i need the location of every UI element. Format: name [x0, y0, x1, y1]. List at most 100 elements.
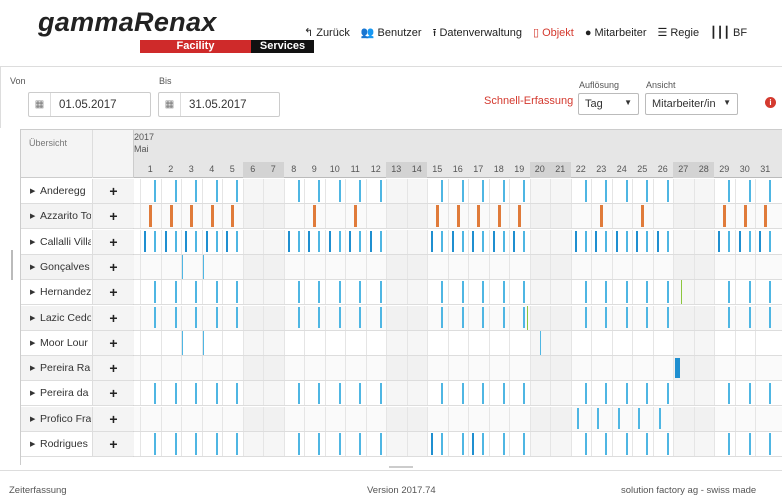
shift-block[interactable] [174, 230, 177, 253]
shift-block[interactable] [502, 230, 505, 253]
from-date-field[interactable]: ▦ 01.05.2017 [28, 92, 151, 117]
shift-block[interactable] [523, 180, 525, 202]
shift-block[interactable] [605, 281, 607, 303]
employee-timeline-row[interactable] [134, 280, 782, 306]
shift-block[interactable] [605, 180, 607, 202]
add-entry-button[interactable]: + [92, 356, 134, 381]
shift-block[interactable] [502, 281, 505, 303]
employee-timeline-row[interactable] [134, 179, 782, 204]
shift-block[interactable] [666, 433, 669, 455]
shift-block[interactable] [748, 382, 751, 405]
shift-block[interactable] [441, 306, 443, 329]
shift-block[interactable] [174, 306, 177, 329]
employee-row-header[interactable]: ▶ Pereira Ra + [21, 356, 134, 382]
shift-block[interactable] [502, 382, 505, 405]
shift-block[interactable] [641, 205, 644, 228]
nav-zur-ck[interactable]: ↰ Zurück [304, 27, 350, 39]
shift-block[interactable] [584, 433, 587, 455]
shift-block[interactable] [748, 230, 751, 253]
caret-right-icon[interactable]: ▶ [30, 364, 35, 372]
shift-block[interactable] [231, 205, 234, 228]
nav-mitarbeiter[interactable]: ● Mitarbeiter [585, 27, 647, 39]
shift-block[interactable] [154, 306, 156, 329]
shift-block[interactable] [666, 180, 669, 202]
view-select[interactable]: Mitarbeiter/in ▼ [645, 93, 738, 115]
shift-block[interactable] [379, 306, 382, 329]
shift-block[interactable] [769, 433, 771, 455]
resolution-select[interactable]: Tag ▼ [578, 93, 639, 115]
shift-block[interactable] [625, 382, 628, 405]
shift-block[interactable] [477, 205, 480, 228]
shift-block[interactable] [185, 230, 187, 253]
shift-block[interactable] [215, 306, 218, 329]
shift-block[interactable] [472, 230, 474, 253]
shift-block[interactable] [164, 230, 167, 253]
shift-block[interactable] [359, 433, 361, 455]
shift-block[interactable] [354, 205, 357, 228]
shift-block[interactable] [431, 433, 433, 455]
add-entry-button[interactable]: + [92, 229, 134, 254]
shift-block[interactable] [636, 230, 638, 253]
shift-block[interactable] [379, 281, 382, 303]
add-entry-button[interactable]: + [92, 381, 134, 406]
shift-block[interactable] [431, 230, 433, 253]
shift-block[interactable] [523, 281, 525, 303]
shift-block[interactable] [728, 382, 730, 405]
nav-regie[interactable]: ☰ Regie [657, 27, 699, 39]
employee-row-header[interactable]: ▶ Anderegg + [21, 179, 134, 204]
shift-block[interactable] [748, 306, 751, 329]
shift-block[interactable] [595, 230, 597, 253]
shift-block[interactable] [379, 433, 382, 455]
shift-block[interactable] [523, 230, 525, 253]
nav-datenverwaltung[interactable]: ⭱ Datenverwaltung [433, 27, 522, 39]
shift-block[interactable] [338, 382, 341, 405]
shift-block[interactable] [605, 382, 607, 405]
shift-block[interactable] [646, 306, 648, 329]
shift-block[interactable] [615, 230, 618, 253]
shift-block[interactable] [625, 306, 628, 329]
shift-block[interactable] [210, 205, 214, 228]
shift-block[interactable] [584, 306, 587, 329]
shift-block[interactable] [625, 230, 628, 253]
employee-row-header[interactable]: ▶ Lazic Cedo + [21, 305, 134, 331]
shift-block[interactable] [318, 382, 320, 405]
shift-block[interactable] [523, 433, 525, 455]
scroll-handle[interactable] [389, 466, 413, 468]
add-entry-button[interactable]: + [92, 406, 134, 431]
employee-row-header[interactable]: ▶ Rodrigues + [21, 432, 134, 457]
caret-right-icon[interactable]: ▶ [30, 389, 35, 397]
shift-block[interactable] [236, 281, 238, 303]
shift-block[interactable] [769, 281, 771, 303]
shift-block[interactable] [769, 180, 771, 202]
shift-block[interactable] [215, 230, 218, 253]
shift-block[interactable] [527, 305, 528, 330]
shift-block[interactable] [675, 357, 680, 379]
caret-right-icon[interactable]: ▶ [30, 339, 35, 347]
shift-block[interactable] [748, 180, 751, 202]
shift-block[interactable] [728, 230, 730, 253]
shift-block[interactable] [297, 230, 300, 253]
shift-block[interactable] [154, 433, 156, 455]
shift-block[interactable] [728, 306, 730, 329]
shift-block[interactable] [297, 306, 300, 329]
shift-block[interactable] [461, 433, 464, 455]
shift-block[interactable] [666, 230, 669, 253]
shift-block[interactable] [174, 180, 177, 202]
employee-row-header[interactable]: ▶ Profico Fra + [21, 406, 134, 432]
shift-block[interactable] [461, 230, 464, 253]
shift-block[interactable] [482, 382, 484, 405]
shift-block[interactable] [728, 281, 730, 303]
shift-block[interactable] [584, 180, 587, 202]
shift-block[interactable] [482, 433, 484, 455]
shift-block[interactable] [359, 306, 361, 329]
shift-block[interactable] [205, 230, 208, 253]
shift-block[interactable] [236, 306, 238, 329]
shift-block[interactable] [666, 306, 669, 329]
shift-block[interactable] [748, 433, 751, 455]
shift-block[interactable] [482, 281, 484, 303]
shift-block[interactable] [182, 254, 183, 279]
shift-block[interactable] [328, 230, 331, 253]
shift-block[interactable] [202, 254, 204, 279]
shift-block[interactable] [769, 306, 771, 329]
shift-block[interactable] [728, 180, 730, 202]
